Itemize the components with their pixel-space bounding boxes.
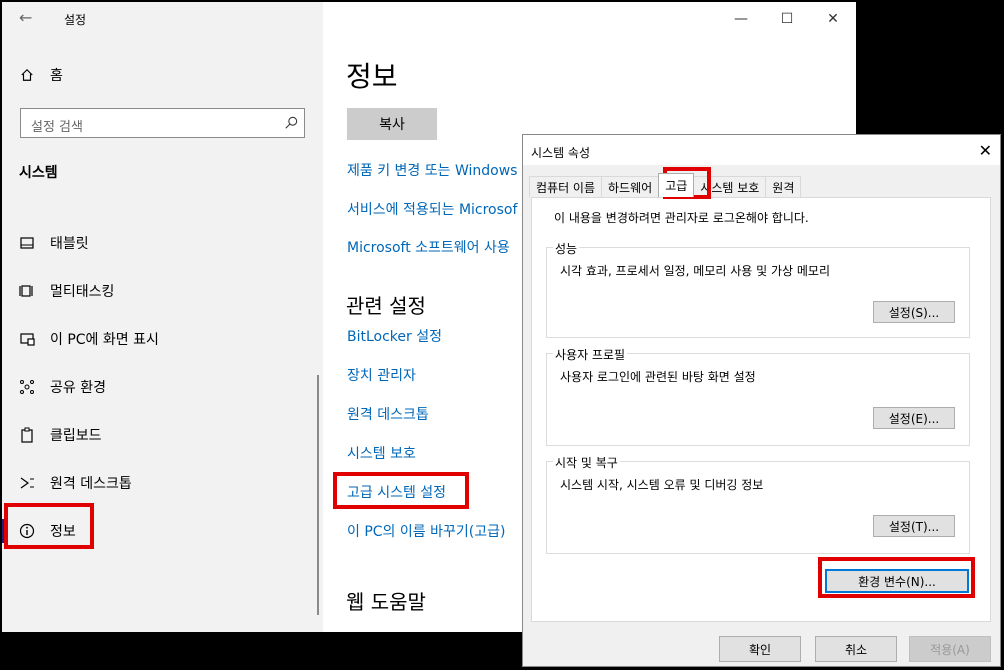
window-controls: — ☐ ✕ bbox=[718, 2, 856, 36]
sidebar-item-project[interactable]: 이 PC에 화면 표시 bbox=[2, 315, 323, 363]
close-icon[interactable]: ✕ bbox=[979, 141, 992, 160]
sidebar-item-multitasking[interactable]: 멀티태스킹 bbox=[2, 267, 323, 315]
sidebar-scrollbar[interactable] bbox=[317, 375, 319, 615]
close-icon[interactable]: ✕ bbox=[810, 2, 856, 36]
tab-strip: 컴퓨터 이름 하드웨어 고급 시스템 보호 원격 bbox=[529, 173, 802, 198]
page-title: 정보 bbox=[346, 60, 398, 93]
project-icon bbox=[20, 333, 35, 346]
sidebar-item-label: 태블릿 bbox=[50, 236, 89, 252]
link-bitlocker[interactable]: BitLocker 설정 bbox=[347, 326, 442, 346]
home-nav-item[interactable]: 홈 bbox=[20, 65, 63, 85]
sidebar-item-label: 멀티태스킹 bbox=[50, 284, 115, 300]
apply-button[interactable]: 적용(A) bbox=[909, 636, 991, 662]
multitasking-icon bbox=[19, 285, 33, 297]
back-arrow-icon[interactable]: ← bbox=[19, 8, 32, 27]
window-title: 설정 bbox=[64, 13, 87, 27]
tab-advanced[interactable]: 고급 bbox=[658, 173, 695, 197]
search-placeholder: 설정 검색 bbox=[31, 120, 83, 135]
copy-button[interactable]: 복사 bbox=[347, 108, 437, 140]
web-help-title: 웹 도움말 bbox=[346, 590, 426, 614]
user-profile-group: 사용자 프로필 사용자 로그인에 관련된 바탕 화면 설정 설정(E)... bbox=[546, 346, 970, 446]
tablet-icon bbox=[20, 237, 34, 249]
search-icon bbox=[285, 116, 298, 129]
group-title: 사용자 프로필 bbox=[553, 346, 628, 363]
ok-button[interactable]: 확인 bbox=[719, 636, 801, 662]
startup-recovery-settings-button[interactable]: 설정(T)... bbox=[873, 515, 955, 537]
cancel-button[interactable]: 취소 bbox=[815, 636, 897, 662]
tab-hardware[interactable]: 하드웨어 bbox=[601, 176, 660, 197]
group-title: 성능 bbox=[553, 240, 580, 257]
performance-settings-button[interactable]: 설정(S)... bbox=[873, 301, 955, 323]
link-change-product-key[interactable]: 제품 키 변경 또는 Windows bbox=[347, 160, 517, 180]
tab-computer-name[interactable]: 컴퓨터 이름 bbox=[529, 176, 603, 197]
highlight-env-button bbox=[818, 557, 975, 598]
sidebar-item-shared[interactable]: 공유 환경 bbox=[2, 363, 323, 411]
link-device-manager[interactable]: 장치 관리자 bbox=[347, 365, 416, 385]
group-description: 시스템 시작, 시스템 오류 및 디버깅 정보 bbox=[560, 478, 764, 492]
home-icon bbox=[21, 68, 33, 81]
sidebar-item-label: 이 PC에 화면 표시 bbox=[50, 332, 159, 348]
admin-note: 이 내용을 변경하려면 관리자로 로그온해야 합니다. bbox=[554, 211, 809, 225]
link-remote-desktop[interactable]: 원격 데스크톱 bbox=[347, 404, 429, 424]
sidebar-item-tablet[interactable]: 태블릿 bbox=[2, 219, 323, 267]
search-input[interactable]: 설정 검색 bbox=[20, 108, 305, 138]
group-title: 시작 및 복구 bbox=[553, 454, 620, 471]
sidebar-item-label: 원격 데스크톱 bbox=[50, 476, 132, 492]
remote-desktop-icon bbox=[20, 477, 34, 489]
sidebar-item-clipboard[interactable]: 클립보드 bbox=[2, 411, 323, 459]
group-description: 시각 효과, 프로세서 일정, 메모리 사용 및 가상 메모리 bbox=[560, 264, 830, 278]
highlight-advanced-settings bbox=[333, 472, 469, 509]
startup-recovery-group: 시작 및 복구 시스템 시작, 시스템 오류 및 디버깅 정보 설정(T)... bbox=[546, 454, 970, 554]
group-description: 사용자 로그인에 관련된 바탕 화면 설정 bbox=[560, 370, 756, 384]
home-label: 홈 bbox=[50, 68, 63, 84]
link-license-terms[interactable]: Microsoft 소프트웨어 사용 bbox=[347, 237, 510, 257]
link-rename-pc[interactable]: 이 PC의 이름 바꾸기(고급) bbox=[347, 521, 505, 541]
tab-remote[interactable]: 원격 bbox=[765, 176, 802, 197]
related-settings-title: 관련 설정 bbox=[346, 294, 426, 318]
dialog-titlebar: 시스템 속성 ✕ bbox=[523, 135, 1000, 165]
link-system-protection[interactable]: 시스템 보호 bbox=[347, 443, 416, 463]
highlight-about bbox=[4, 503, 94, 549]
sidebar-item-remote-desktop[interactable]: 원격 데스크톱 bbox=[2, 459, 323, 507]
share-icon bbox=[20, 380, 34, 394]
dialog-title: 시스템 속성 bbox=[531, 146, 591, 160]
maximize-icon[interactable]: ☐ bbox=[764, 2, 810, 36]
link-service-agreement[interactable]: 서비스에 적용되는 Microsof bbox=[347, 199, 517, 219]
performance-group: 성능 시각 효과, 프로세서 일정, 메모리 사용 및 가상 메모리 설정(S)… bbox=[546, 240, 970, 338]
section-label: 시스템 bbox=[19, 165, 58, 181]
sidebar-item-label: 클립보드 bbox=[50, 428, 102, 444]
user-profile-settings-button[interactable]: 설정(E)... bbox=[873, 407, 955, 429]
sidebar-item-label: 공유 환경 bbox=[50, 380, 106, 396]
clipboard-icon bbox=[21, 427, 33, 443]
minimize-icon[interactable]: — bbox=[718, 2, 764, 36]
